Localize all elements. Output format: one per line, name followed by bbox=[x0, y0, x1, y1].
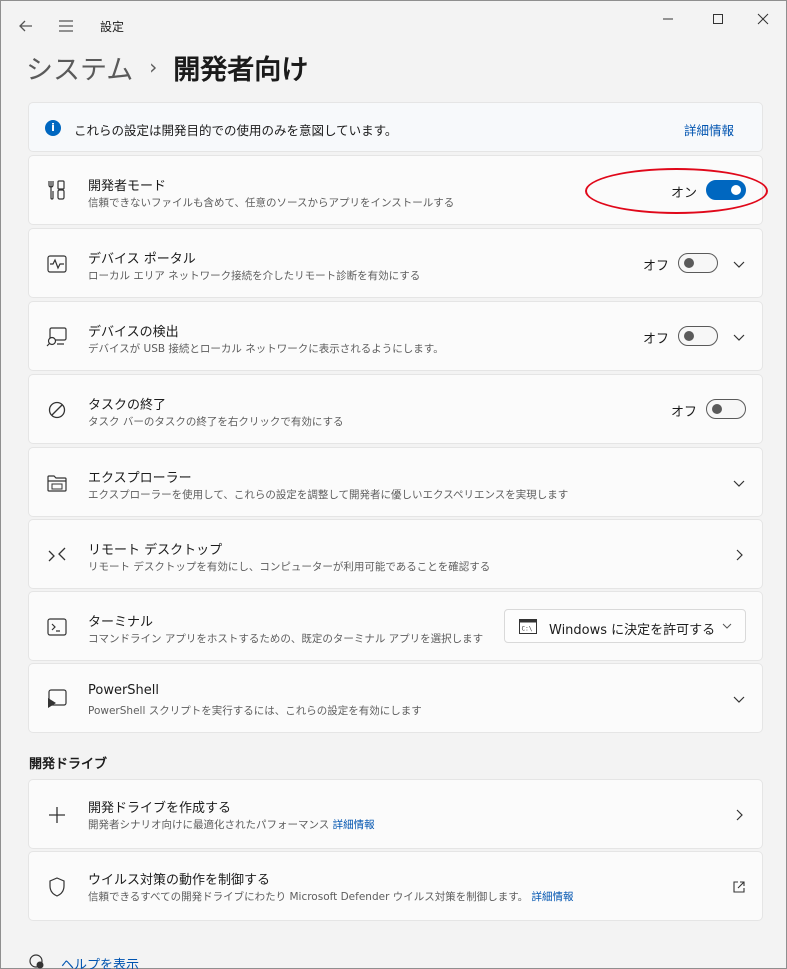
hamburger-menu-icon[interactable] bbox=[55, 15, 77, 37]
device-discovery-title: デバイスの検出 bbox=[88, 325, 179, 340]
help-link[interactable]: ヘルプを表示 bbox=[61, 954, 139, 969]
developer-tools-icon bbox=[48, 180, 65, 200]
chevron-down-icon bbox=[722, 623, 732, 629]
chevron-right-icon[interactable] bbox=[731, 547, 747, 563]
device-discovery-toggle[interactable] bbox=[678, 326, 718, 346]
chevron-down-icon[interactable] bbox=[731, 691, 747, 707]
end-task-toggle[interactable] bbox=[706, 399, 746, 419]
developer-mode-title: 開発者モード bbox=[88, 179, 167, 194]
terminal-select[interactable]: C:\ Windows に決定を許可する bbox=[504, 609, 746, 643]
powershell-icon bbox=[48, 689, 67, 708]
chevron-down-icon[interactable] bbox=[731, 475, 747, 491]
settings-window: 設定 システム › 開発者向け i これらの設定は開発目的での使用のみを意図して… bbox=[0, 0, 787, 969]
end-task-icon bbox=[48, 401, 66, 419]
create-dev-drive-title: 開発ドライブを作成する bbox=[88, 801, 232, 816]
device-portal-desc: ローカル エリア ネットワーク接続を介したリモート診断を有効にする bbox=[88, 270, 421, 282]
powershell-title: PowerShell bbox=[88, 683, 160, 698]
remote-desktop-title: リモート デスクトップ bbox=[88, 543, 223, 558]
explorer-title: エクスプローラー bbox=[88, 471, 192, 486]
minimize-icon[interactable] bbox=[651, 7, 685, 31]
info-banner: i これらの設定は開発目的での使用のみを意図しています。 詳細情報 bbox=[28, 102, 763, 152]
antivirus-desc: 信頼できるすべての開発ドライブにわたり Microsoft Defender ウ… bbox=[88, 891, 574, 903]
powershell-desc: PowerShell スクリプトを実行するには、これらの設定を有効にします bbox=[88, 705, 422, 717]
setting-create-dev-drive[interactable]: 開発ドライブを作成する 開発者シナリオ向けに最適化されたパフォーマンス 詳細情報 bbox=[28, 779, 763, 849]
terminal-desc: コマンドライン アプリをホストするための、既定のターミナル アプリを選択します bbox=[88, 633, 484, 645]
plus-icon bbox=[49, 807, 65, 823]
setting-explorer[interactable]: エクスプローラー エクスプローラーを使用して、これらの設定を調整して開発者に優し… bbox=[28, 447, 763, 517]
info-icon: i bbox=[45, 120, 61, 136]
svg-text:C:\: C:\ bbox=[522, 626, 533, 633]
breadcrumb-separator: › bbox=[149, 55, 158, 79]
info-text: これらの設定は開発目的での使用のみを意図しています。 bbox=[74, 123, 398, 138]
device-portal-icon bbox=[47, 255, 67, 273]
setting-antivirus-behavior[interactable]: ウイルス対策の動作を制御する 信頼できるすべての開発ドライブにわたり Micro… bbox=[28, 851, 763, 921]
setting-terminal: ターミナル コマンドライン アプリをホストするための、既定のターミナル アプリを… bbox=[28, 591, 763, 661]
chevron-down-icon[interactable] bbox=[731, 329, 747, 345]
page-title: 開発者向け bbox=[173, 54, 309, 86]
end-task-state: オフ bbox=[671, 405, 698, 420]
developer-mode-desc: 信頼できないファイルも含めて、任意のソースからアプリをインストールする bbox=[88, 197, 455, 209]
window-title: 設定 bbox=[100, 20, 125, 34]
dev-drive-section-title: 開発ドライブ bbox=[29, 757, 108, 772]
remote-desktop-desc: リモート デスクトップを有効にし、コンピューターが利用可能であることを確認する bbox=[88, 561, 491, 573]
device-discovery-icon bbox=[46, 327, 67, 347]
setting-end-task: タスクの終了 タスク バーのタスクの終了を右クリックで有効にする オフ bbox=[28, 374, 763, 444]
chevron-right-icon[interactable] bbox=[731, 807, 747, 823]
maximize-icon[interactable] bbox=[701, 7, 735, 31]
device-discovery-desc: デバイスが USB 接続とローカル ネットワークに表示されるようにします。 bbox=[88, 343, 444, 355]
device-discovery-state: オフ bbox=[643, 332, 670, 347]
antivirus-learn-more-link[interactable]: 詳細情報 bbox=[532, 891, 574, 903]
help-icon bbox=[29, 954, 44, 969]
terminal-icon bbox=[47, 618, 67, 636]
info-learn-more-link[interactable]: 詳細情報 bbox=[684, 120, 734, 139]
create-dev-drive-learn-more-link[interactable]: 詳細情報 bbox=[333, 819, 375, 831]
chevron-down-icon[interactable] bbox=[731, 256, 747, 272]
command-prompt-icon: C:\ bbox=[519, 619, 537, 634]
folder-icon bbox=[47, 475, 67, 492]
end-task-desc: タスク バーのタスクの終了を右クリックで有効にする bbox=[88, 416, 344, 428]
end-task-title: タスクの終了 bbox=[88, 398, 167, 413]
shield-icon bbox=[49, 877, 65, 897]
device-portal-toggle[interactable] bbox=[678, 253, 718, 273]
annotation-ellipse bbox=[585, 168, 768, 214]
explorer-desc: エクスプローラーを使用して、これらの設定を調整して開発者に優しいエクスペリエンス… bbox=[88, 489, 569, 501]
device-portal-state: オフ bbox=[643, 259, 670, 274]
terminal-title: ターミナル bbox=[88, 615, 154, 630]
close-icon[interactable] bbox=[746, 7, 780, 31]
setting-remote-desktop[interactable]: リモート デスクトップ リモート デスクトップを有効にし、コンピューターが利用可… bbox=[28, 519, 763, 589]
breadcrumb-parent[interactable]: システム bbox=[26, 48, 133, 87]
title-bar: 設定 bbox=[1, 1, 786, 49]
back-arrow-icon[interactable] bbox=[15, 15, 37, 37]
setting-device-discovery[interactable]: デバイスの検出 デバイスが USB 接続とローカル ネットワークに表示されるよう… bbox=[28, 301, 763, 371]
setting-powershell[interactable]: PowerShell PowerShell スクリプトを実行するには、これらの設… bbox=[28, 663, 763, 733]
breadcrumb: システム › 開発者向け bbox=[26, 47, 308, 87]
device-portal-title: デバイス ポータル bbox=[88, 252, 196, 267]
external-link-icon[interactable] bbox=[731, 879, 747, 895]
terminal-select-value: Windows に決定を許可する bbox=[549, 623, 716, 638]
setting-device-portal[interactable]: デバイス ポータル ローカル エリア ネットワーク接続を介したリモート診断を有効… bbox=[28, 228, 763, 298]
create-dev-drive-desc: 開発者シナリオ向けに最適化されたパフォーマンス 詳細情報 bbox=[88, 819, 375, 831]
antivirus-title: ウイルス対策の動作を制御する bbox=[88, 873, 271, 888]
remote-desktop-icon bbox=[48, 547, 66, 562]
